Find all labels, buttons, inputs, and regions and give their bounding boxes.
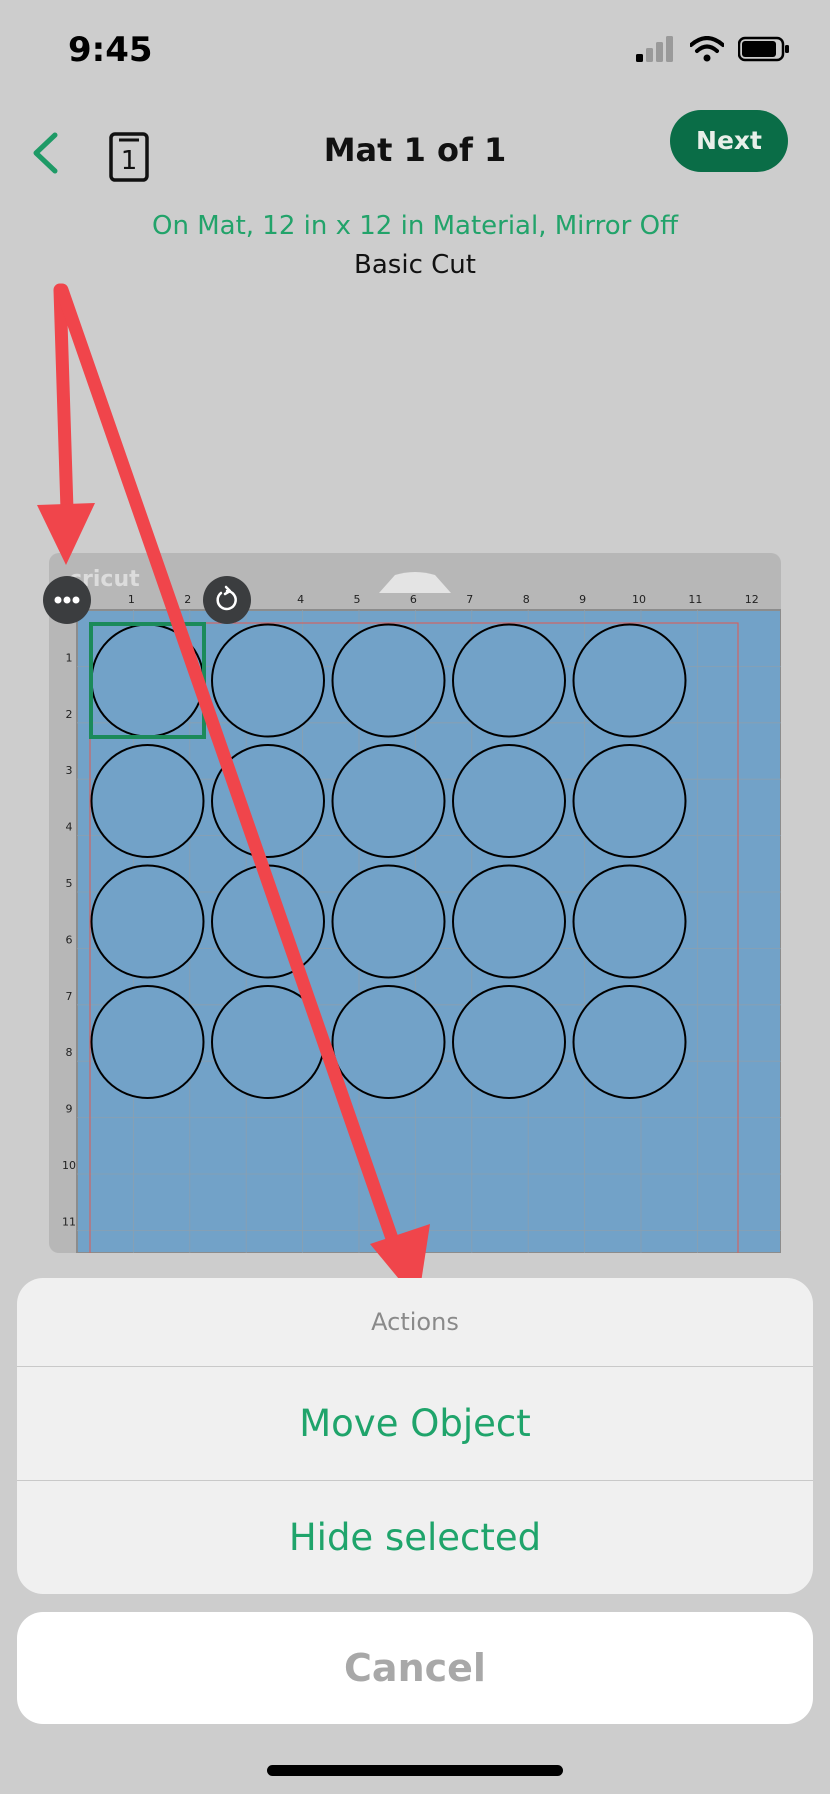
top-ruler-label: 5 [354,593,361,606]
left-ruler-label: 1 [66,651,73,664]
cut-type-text: Basic Cut [354,250,476,280]
left-ruler-label: 10 [62,1159,76,1172]
left-ruler-label: 9 [66,1103,73,1116]
circle-shape[interactable] [211,623,325,738]
circle-shape[interactable] [211,864,325,979]
nav-bar: 1 Mat 1 of 1 Next [0,100,830,210]
top-ruler-label: 1 [128,593,135,606]
circle-shape[interactable] [331,985,446,1099]
circle-shape[interactable] [90,864,205,979]
circle-shape[interactable] [452,623,566,738]
top-ruler-label: 4 [297,593,304,606]
wifi-icon [690,36,724,62]
cellular-signal-icon [636,36,673,62]
circle-shape[interactable] [572,623,687,738]
circle-shape[interactable] [90,623,205,738]
circle-shape[interactable] [90,985,205,1099]
status-icons [636,36,790,62]
circle-shape[interactable] [331,623,446,738]
mat-notch [379,572,451,593]
circle-shape[interactable] [452,985,566,1099]
top-ruler-label: 8 [523,593,530,606]
top-ruler-label: 10 [632,593,646,606]
left-ruler-label: 6 [66,933,73,946]
circle-shape[interactable] [572,985,687,1099]
next-button[interactable]: Next [670,110,788,172]
circle-shape[interactable] [572,744,687,858]
circle-shape[interactable] [452,864,566,979]
circle-shape[interactable] [211,744,325,858]
top-ruler-label: 7 [466,593,473,606]
left-ruler-label: 3 [66,764,73,777]
left-ruler: 1 2 3 4 5 6 7 8 9 10 11 [62,651,76,1228]
cutting-mat[interactable]: cricut 123456789101112 1234567891011 [49,553,781,1253]
action-sheet: Actions Move Object Hide selected [17,1278,813,1594]
cancel-button[interactable]: Cancel [17,1612,813,1724]
circle-shape[interactable] [211,985,325,1099]
circle-shape[interactable] [452,744,566,858]
ellipsis-icon [54,596,80,604]
rotate-icon [216,585,237,611]
battery-icon [738,36,789,62]
left-ruler-label: 2 [66,708,73,721]
status-bar: 9:45 [0,0,830,100]
hide-selected-button[interactable]: Hide selected [17,1480,813,1594]
circle-shape[interactable] [331,864,446,979]
annotation-arrow-down [37,283,95,565]
circle-shape[interactable] [572,864,687,979]
material-settings-text[interactable]: On Mat, 12 in x 12 in Material, Mirror O… [0,211,830,241]
left-ruler-label: 5 [66,877,73,890]
left-ruler-label: 8 [66,1046,73,1059]
top-ruler-label: 12 [745,593,759,606]
left-ruler-label: 7 [66,990,73,1003]
left-ruler-label: 11 [62,1215,76,1228]
left-ruler-label: 4 [66,821,73,834]
circle-shape[interactable] [90,744,205,858]
status-time: 9:45 [68,30,153,70]
more-options-button[interactable] [43,576,91,624]
top-ruler-label: 6 [410,593,417,606]
mat-canvas[interactable]: cricut 123456789101112 1234567891011 [49,553,781,1253]
top-ruler-label: 9 [579,593,586,606]
top-ruler-label: 2 [184,593,191,606]
action-sheet-title: Actions [17,1278,813,1367]
move-object-button[interactable]: Move Object [17,1367,813,1480]
circle-shape[interactable] [331,744,446,858]
home-indicator [267,1765,563,1776]
top-ruler-label: 11 [688,593,702,606]
rotate-button[interactable] [203,576,251,624]
